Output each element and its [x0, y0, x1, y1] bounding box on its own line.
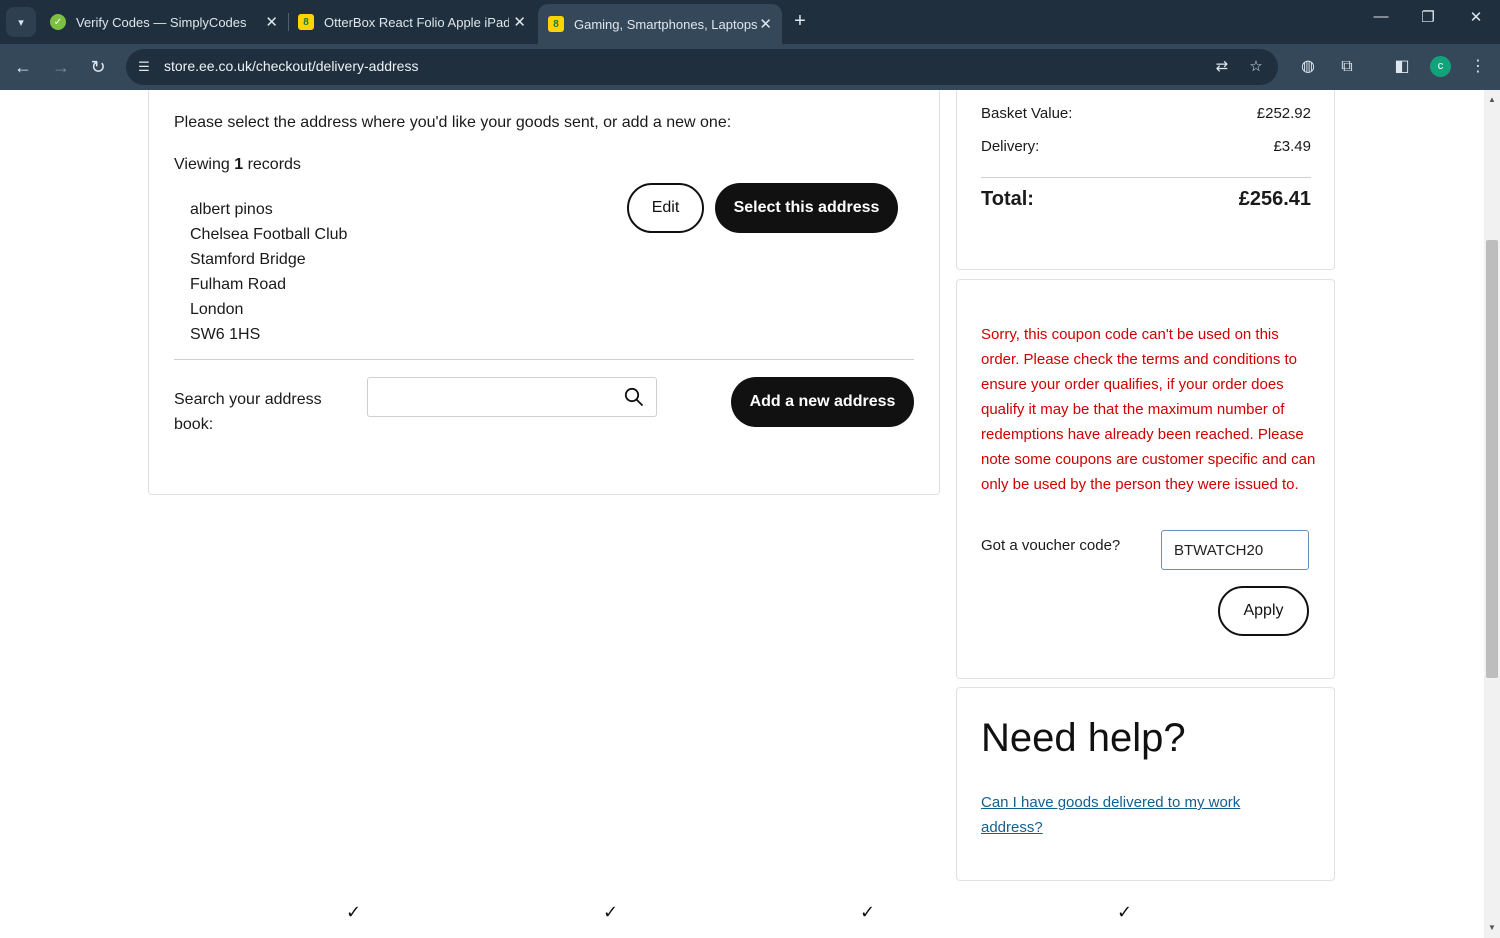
- records-count: Viewing 1 records: [174, 156, 301, 174]
- scroll-down-icon[interactable]: ▼: [1484, 920, 1500, 936]
- translate-icon[interactable]: ⇄: [1212, 57, 1232, 77]
- tab-title: Gaming, Smartphones, Laptops: [574, 16, 758, 32]
- bookmark-star-icon[interactable]: ☆: [1246, 57, 1266, 77]
- address-search-input[interactable]: [367, 377, 657, 417]
- viewing-suffix: records: [247, 156, 301, 173]
- voucher-card: Sorry, this coupon code can't be used on…: [956, 279, 1335, 679]
- voucher-code-input[interactable]: BTWATCH20: [1161, 530, 1309, 570]
- reload-icon[interactable]: ↻: [85, 54, 111, 80]
- help-card: Need help? Can I have goods delivered to…: [956, 687, 1335, 881]
- delivery-row: Delivery: £3.49: [981, 138, 1311, 155]
- total-value: £256.41: [1238, 188, 1311, 210]
- add-new-address-button[interactable]: Add a new address: [731, 377, 914, 427]
- help-link-work-address[interactable]: Can I have goods delivered to my work ad…: [981, 790, 1281, 840]
- address-line: London: [190, 301, 244, 318]
- url-text[interactable]: store.ee.co.uk/checkout/delivery-address: [164, 58, 418, 74]
- divider: [981, 177, 1311, 178]
- address-intro-text: Please select the address where you'd li…: [174, 114, 732, 131]
- total-label: Total:: [981, 188, 1034, 210]
- check-icon: ✓: [1117, 902, 1133, 922]
- basket-value-row: Basket Value: £252.92: [981, 105, 1311, 122]
- simplycodes-icon: ✓: [50, 14, 66, 30]
- tab-search-menu-icon[interactable]: ▾: [6, 7, 36, 37]
- viewing-prefix: Viewing: [174, 156, 230, 173]
- tab-ee-store[interactable]: 8 Gaming, Smartphones, Laptops ✕: [538, 4, 782, 44]
- tab-simplycodes[interactable]: ✓ Verify Codes — SimplyCodes ✕: [40, 6, 288, 38]
- tab-title: OtterBox React Folio Apple iPad: [324, 14, 509, 30]
- address-line: Chelsea Football Club: [190, 226, 348, 243]
- edit-address-button[interactable]: Edit: [627, 183, 704, 233]
- new-tab-icon[interactable]: +: [788, 9, 812, 33]
- apply-voucher-button[interactable]: Apply: [1218, 586, 1309, 636]
- divider: [174, 359, 914, 360]
- ee-icon: 8: [298, 14, 314, 30]
- delivery-address-card: Please select the address where you'd li…: [148, 90, 940, 495]
- close-icon[interactable]: ✕: [513, 13, 526, 31]
- browser-tab-strip: ▾ ✓ Verify Codes — SimplyCodes ✕ 8 Otter…: [0, 0, 1500, 44]
- window-close-icon[interactable]: ✕: [1461, 8, 1491, 26]
- check-icon: ✓: [346, 902, 362, 922]
- profile-avatar[interactable]: c: [1430, 56, 1451, 77]
- help-title: Need help?: [981, 716, 1186, 760]
- address-line: Fulham Road: [190, 276, 287, 293]
- minimize-icon[interactable]: —: [1366, 8, 1396, 25]
- close-icon[interactable]: ✕: [759, 15, 772, 33]
- check-icon: ✓: [603, 902, 619, 922]
- ee-icon: 8: [548, 16, 564, 32]
- viewing-count: 1: [234, 156, 244, 173]
- check-icon: ✓: [860, 902, 876, 922]
- scroll-up-icon[interactable]: ▲: [1484, 92, 1500, 108]
- basket-label: Basket Value:: [981, 105, 1073, 122]
- back-icon[interactable]: ←: [10, 54, 36, 80]
- side-panel-icon[interactable]: ◧: [1389, 54, 1415, 80]
- extensions-icon[interactable]: ⧉: [1334, 54, 1360, 80]
- search-icon[interactable]: [624, 387, 644, 407]
- basket-value: £252.92: [1256, 105, 1311, 122]
- tab-title: Verify Codes — SimplyCodes: [76, 14, 247, 30]
- delivery-value: £3.49: [1273, 138, 1311, 155]
- total-row: Total: £256.41: [981, 188, 1311, 211]
- coupon-error-message: Sorry, this coupon code can't be used on…: [981, 326, 1316, 493]
- close-icon[interactable]: ✕: [265, 13, 278, 31]
- address-line: Stamford Bridge: [190, 251, 306, 268]
- saved-address: albert pinos Chelsea Football Club Stamf…: [190, 197, 347, 347]
- tab-otterbox[interactable]: 8 OtterBox React Folio Apple iPad ✕: [288, 6, 536, 38]
- restore-icon[interactable]: ❐: [1413, 8, 1443, 26]
- kebab-menu-icon[interactable]: ⋮: [1465, 54, 1491, 80]
- address-line: SW6 1HS: [190, 326, 261, 343]
- browser-toolbar: ← → ↻ ☰ store.ee.co.uk/checkout/delivery…: [0, 44, 1500, 90]
- forward-icon[interactable]: →: [48, 54, 74, 80]
- voucher-label: Got a voucher code?: [981, 537, 1121, 554]
- address-line: albert pinos: [190, 201, 273, 218]
- address-bar[interactable]: ☰ store.ee.co.uk/checkout/delivery-addre…: [126, 49, 1278, 85]
- site-info-icon[interactable]: ☰: [134, 57, 154, 77]
- order-summary-card: Basket Value: £252.92 Delivery: £3.49 To…: [956, 90, 1335, 270]
- search-address-label: Search your address book:: [174, 391, 322, 433]
- delivery-label: Delivery:: [981, 138, 1040, 155]
- globe-icon[interactable]: ◍: [1295, 54, 1321, 80]
- select-address-button[interactable]: Select this address: [715, 183, 898, 233]
- page-viewport: Please select the address where you'd li…: [0, 90, 1484, 938]
- scrollbar-thumb[interactable]: [1486, 240, 1498, 678]
- page-scrollbar[interactable]: ▲ ▼: [1484, 90, 1500, 938]
